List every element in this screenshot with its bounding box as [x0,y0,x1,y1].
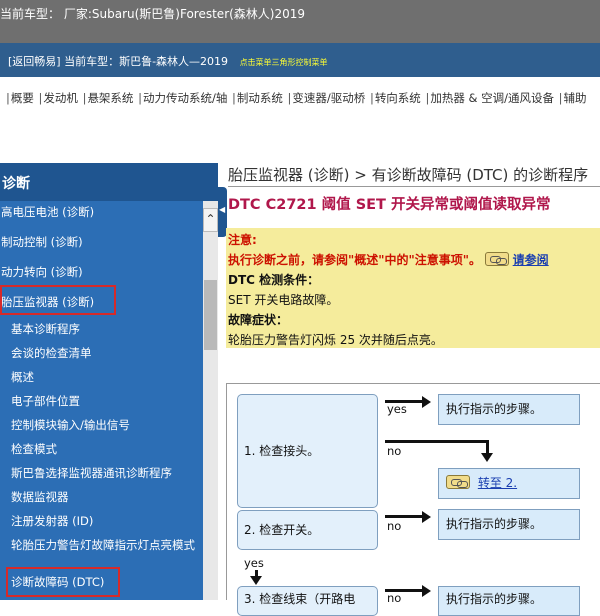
step-2-box: 2. 检查开关。 [237,510,378,550]
menu-item-steering[interactable]: 转向系统 [375,91,421,105]
title-divider [228,186,600,187]
arrow-down-icon [250,576,262,585]
diagnosis-flowchart: 1. 检查接头。 yes 执行指示的步骤。 no 转至 2. 2. 检查开关。 … [226,383,600,616]
condition-label: DTC 检测条件： [228,273,320,287]
no-label: no [387,519,402,533]
sidebar-scrollbar[interactable] [203,201,218,600]
yes-label: yes [387,402,407,416]
goto-step-2-link[interactable]: 转至 2. [478,476,517,490]
dtc-title: DTC C2721 阈值 SET 开关异常或阈值读取异常 [228,197,551,213]
sidebar-sub-basic-procedure[interactable]: 基本诊断程序 [11,321,214,337]
sidebar-item-brake-control[interactable]: 制动控制 (诊断) [1,234,204,250]
menu-item-hvac[interactable]: 加热器 & 空调/通风设备 [430,91,554,105]
menu-hint: 点击菜单三角形控制菜单 [239,58,328,67]
scrollbar-thumb[interactable] [204,280,217,350]
result-box-1: 执行指示的步骤。 [438,394,580,425]
sidebar-sub-check-mode[interactable]: 检查模式 [11,441,214,457]
sidebar-heading: 诊断 [0,163,218,201]
page-breadcrumb: 胎压监视器 (诊断) > 有诊断故障码 (DTC) 的诊断程序 [228,166,589,184]
triangle-left-icon: ◀ [219,205,226,214]
vehicle-bar: 当前车型： 厂家:Subaru(斯巴鲁)Forester(森林人)2019 [0,0,600,43]
back-link[interactable]: [返回畅易] [8,55,61,68]
menu-item-suspension[interactable]: 悬架系统 [87,91,133,105]
selected-tpms-highlight [0,285,116,315]
sidebar-sub-io-signals[interactable]: 控制模块输入/输出信号 [11,417,214,433]
menu-item-auxiliary[interactable]: 辅助 [564,91,587,105]
menu-item-brakes[interactable]: 制动系统 [237,91,283,105]
caution-heading: 注意: [228,233,257,247]
sidebar-sub-component-location[interactable]: 电子部件位置 [11,393,214,409]
menu-item-transmission[interactable]: 变速器/驱动桥 [292,91,365,105]
sidebar-item-power-steering[interactable]: 动力转向 (诊断) [1,264,204,280]
menu-bar: |概要 |发动机 |悬架系统 |动力传动系统/轴 |制动系统 |变速器/驱动桥 … [0,77,600,117]
sidebar-sub-warning-lamp[interactable]: 轮胎压力警告灯故障指示灯点亮模式 [11,537,206,553]
arrow-right-icon [422,511,431,523]
menu-item-overview[interactable]: 概要 [11,91,34,105]
symptom-label: 故障症状： [228,313,289,327]
menu-item-drivetrain[interactable]: 动力传动系统/轴 [143,91,227,105]
sidebar-sub-checklist[interactable]: 会谈的检查清单 [11,345,214,361]
menu-item-engine[interactable]: 发动机 [43,91,78,105]
yes-label: yes [244,556,264,570]
sidebar-sub-data-monitor[interactable]: 数据监视器 [11,489,214,505]
caution-link[interactable]: 请参阅 [513,253,549,267]
vehicle-label: 当前车型： [0,7,61,21]
goto-box: 转至 2. [438,468,580,499]
sidebar-sub-overview[interactable]: 概述 [11,369,214,385]
link-icon [484,252,509,266]
selected-dtc-highlight [6,567,120,597]
arrow-right-icon [422,585,431,597]
caution-text: 执行诊断之前，请参阅"概述"中的"注意事项"。 [228,253,482,267]
arrow-right-icon [422,396,431,408]
no-label: no [387,591,402,605]
nav-bar: [返回畅易] 当前车型：斯巴鲁-森林人—2019 点击菜单三角形控制菜单 [0,43,600,77]
no-label: no [387,444,402,458]
symptom-text: 轮胎压力警告灯闪烁 25 次并随后点亮。 [228,333,443,347]
caution-note: 注意: 执行诊断之前，请参阅"概述"中的"注意事项"。 请参阅 DTC 检测条件… [226,228,600,348]
arrow-down-icon [481,453,493,462]
vehicle-value: 厂家:Subaru(斯巴鲁)Forester(森林人)2019 [63,7,306,21]
result-box-2: 执行指示的步骤。 [438,509,580,540]
step-1-box: 1. 检查接头。 [237,394,378,508]
result-box-3: 执行指示的步骤。 [438,586,580,616]
sidebar-item-hv-battery[interactable]: 高电压电池 (诊断) [1,204,204,220]
sidebar-sub-register-id[interactable]: 注册发射器 (ID) [11,513,214,529]
sidebar-sub-ssm-comm[interactable]: 斯巴鲁选择监视器通讯诊断程序 [11,465,214,481]
step-3-box: 3. 检查线束（开路电 [237,586,378,616]
current-vehicle: 当前车型：斯巴鲁-森林人—2019 [64,55,229,68]
link-icon [446,475,470,489]
chevron-up-icon[interactable]: ⌃ [203,208,218,232]
condition-text: SET 开关电路故障。 [228,293,339,307]
